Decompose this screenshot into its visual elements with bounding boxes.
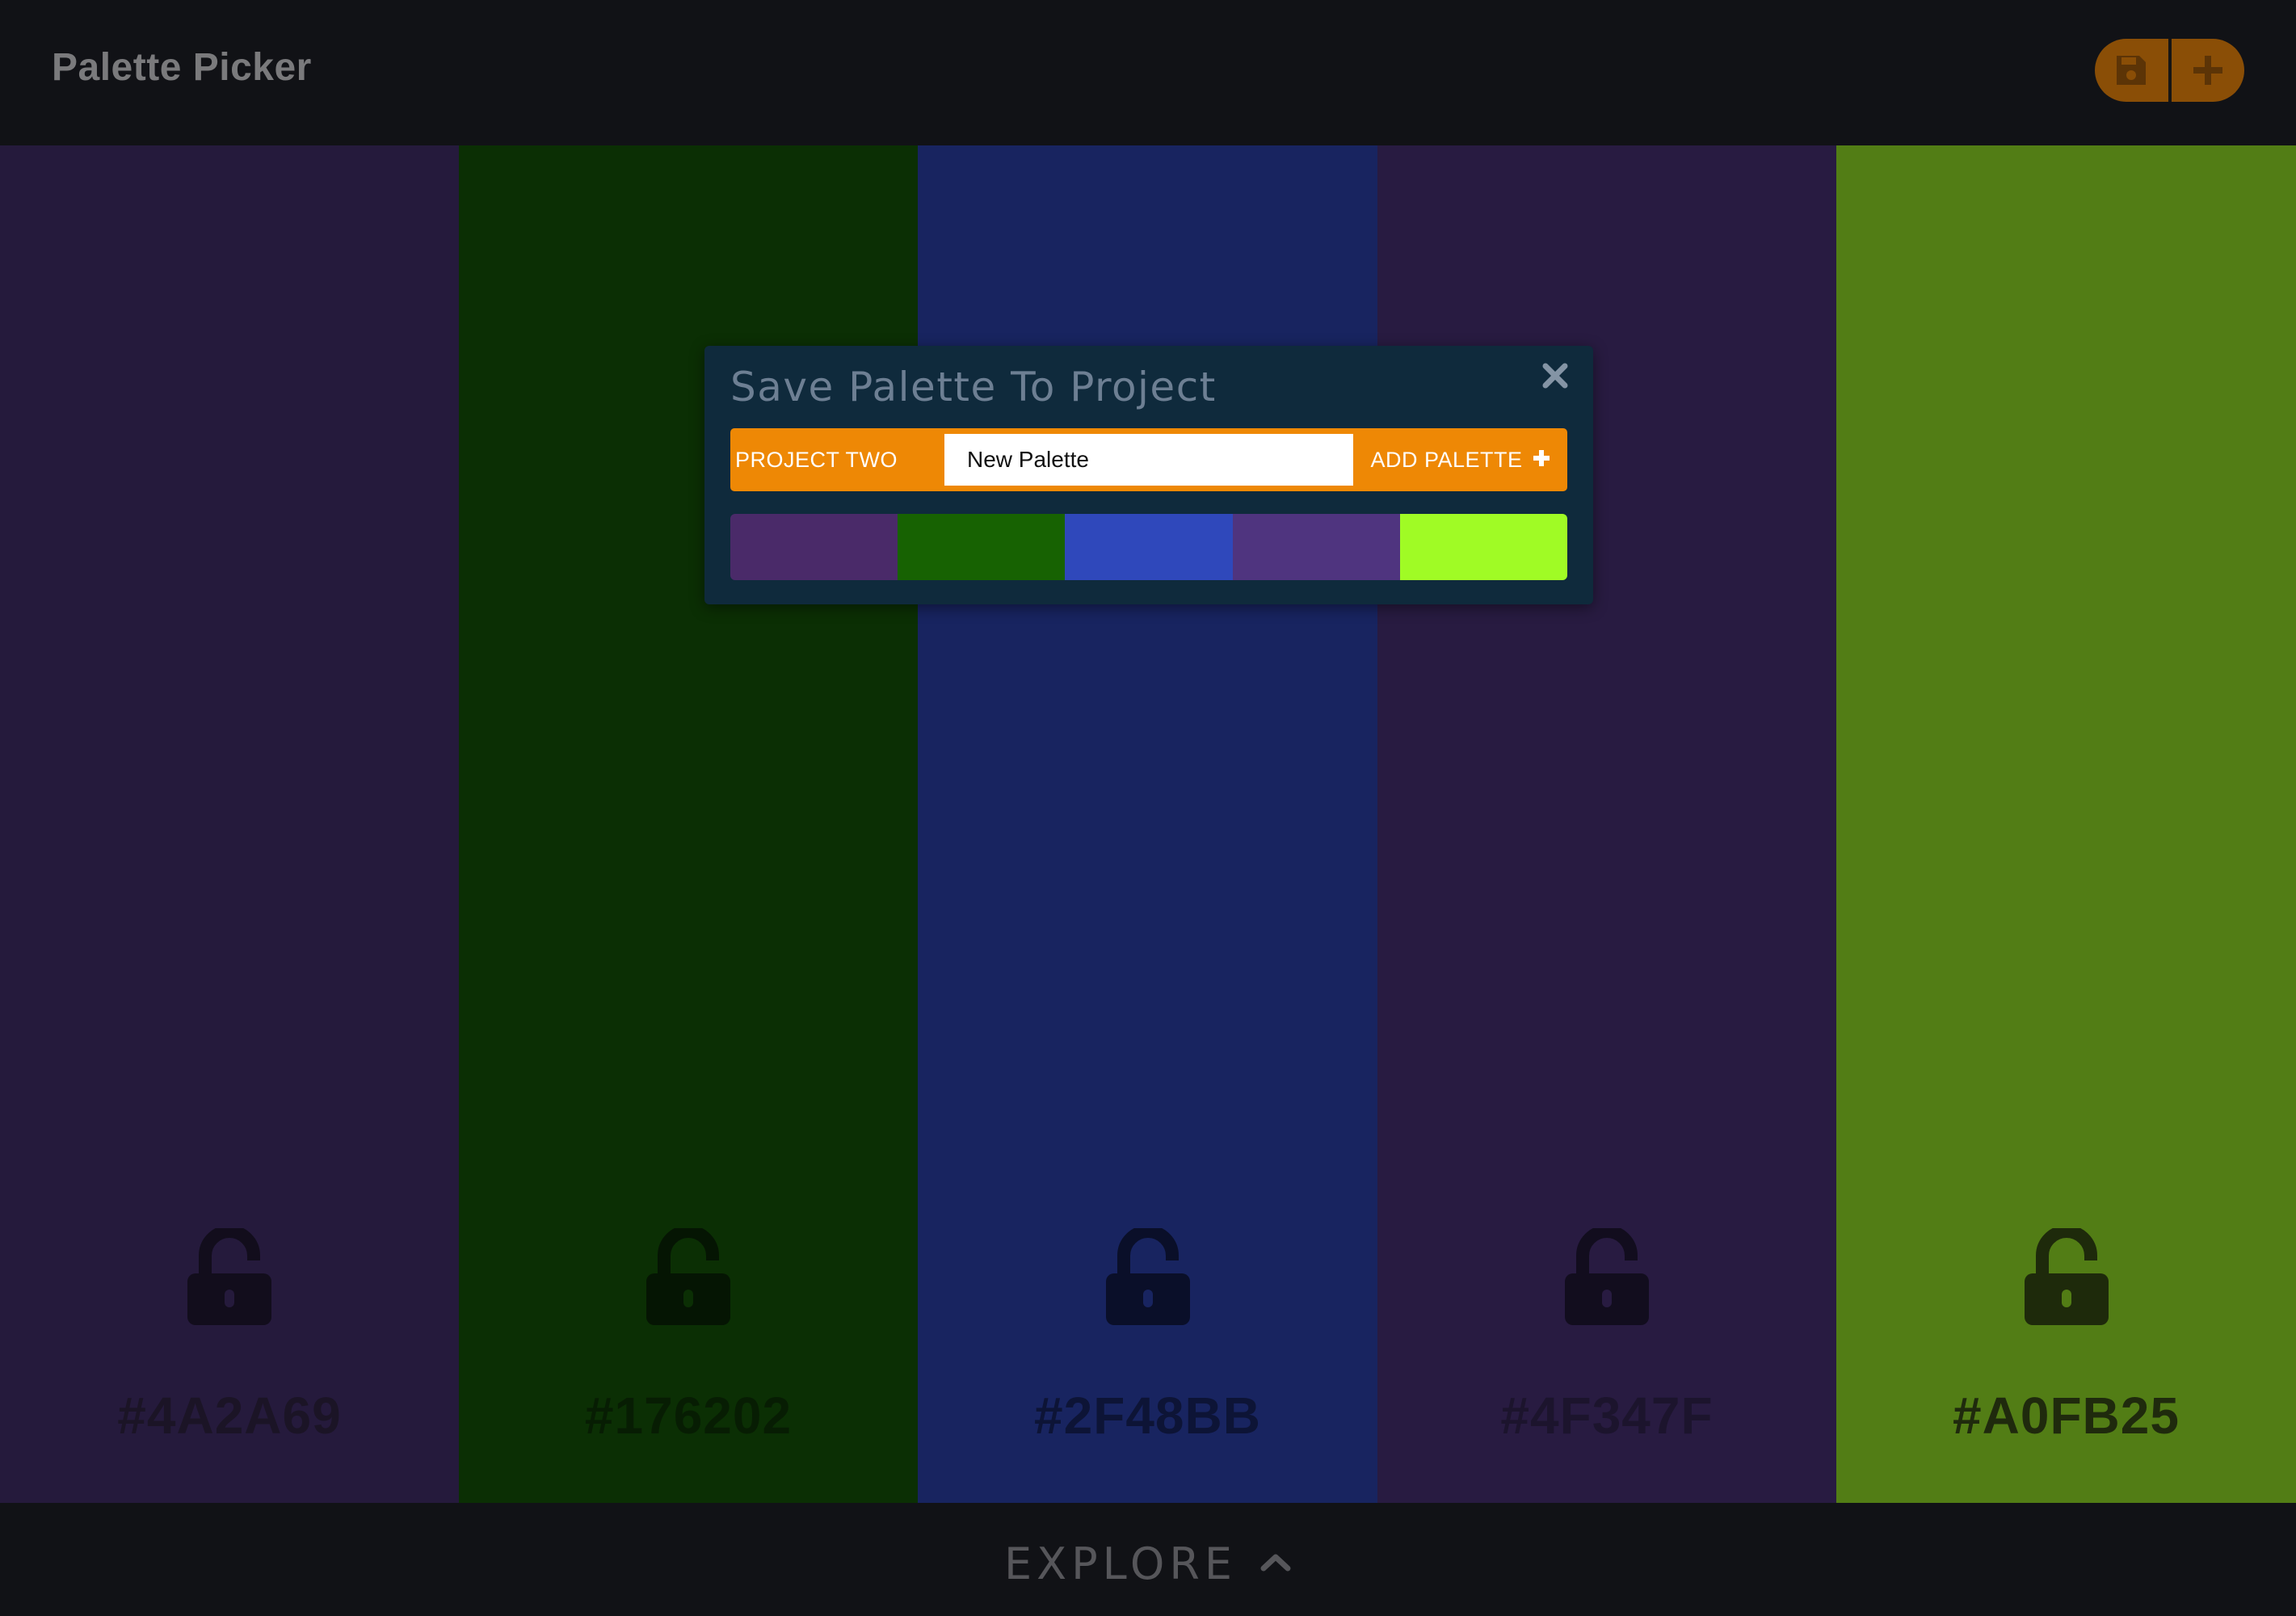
preview-swatch — [1232, 514, 1400, 580]
add-palette-button[interactable]: ADD PALETTE — [1353, 428, 1567, 491]
hex-code-label: #4F347F — [1500, 1387, 1714, 1445]
save-form-bar: PROJECT TWO ADD PALETTE — [730, 428, 1567, 491]
unlock-icon[interactable] — [187, 1228, 271, 1325]
plus-icon — [1533, 448, 1550, 473]
close-icon — [1541, 361, 1570, 394]
new-palette-button[interactable] — [2168, 39, 2245, 102]
header-action-group — [2095, 39, 2244, 102]
floppy-disk-icon — [2113, 53, 2149, 88]
palette-name-input[interactable] — [944, 434, 1353, 486]
preview-swatch — [1399, 514, 1567, 580]
color-column[interactable]: #A0FB25 — [1836, 145, 2296, 1503]
unlock-icon[interactable] — [646, 1228, 730, 1325]
bottom-bar: EXPLORE — [0, 1503, 2296, 1616]
palette-preview-strip — [730, 514, 1567, 580]
preview-swatch — [898, 514, 1066, 580]
save-palette-button[interactable] — [2095, 39, 2168, 102]
modal-title: Save Palette To Project — [730, 364, 1217, 410]
app-title: Palette Picker — [52, 46, 312, 89]
explore-label: EXPLORE — [1004, 1538, 1237, 1589]
hex-code-label: #A0FB25 — [1953, 1387, 2180, 1445]
top-bar: Palette Picker — [0, 0, 2296, 145]
unlock-icon[interactable] — [2024, 1228, 2109, 1325]
hex-code-label: #2F48BB — [1034, 1387, 1261, 1445]
save-palette-modal: Save Palette To Project PROJECT TWO ADD … — [704, 346, 1593, 604]
chevron-up-icon — [1259, 1551, 1292, 1577]
hex-code-label: #176202 — [584, 1387, 793, 1445]
modal-close-button[interactable] — [1535, 357, 1575, 398]
project-select[interactable]: PROJECT TWO — [735, 428, 947, 491]
unlock-icon[interactable] — [1565, 1228, 1649, 1325]
preview-swatch — [1065, 514, 1233, 580]
unlock-icon[interactable] — [1105, 1228, 1190, 1325]
explore-button[interactable]: EXPLORE — [1004, 1538, 1292, 1589]
color-column[interactable]: #4A2A69 — [0, 145, 459, 1503]
preview-swatch — [730, 514, 898, 580]
hex-code-label: #4A2A69 — [117, 1387, 342, 1445]
palette-picker-app: Palette Picker #4A2A69 #176202 #2F48BB #… — [0, 0, 2296, 1616]
plus-icon — [2190, 53, 2226, 88]
add-palette-label: ADD PALETTE — [1370, 447, 1523, 472]
